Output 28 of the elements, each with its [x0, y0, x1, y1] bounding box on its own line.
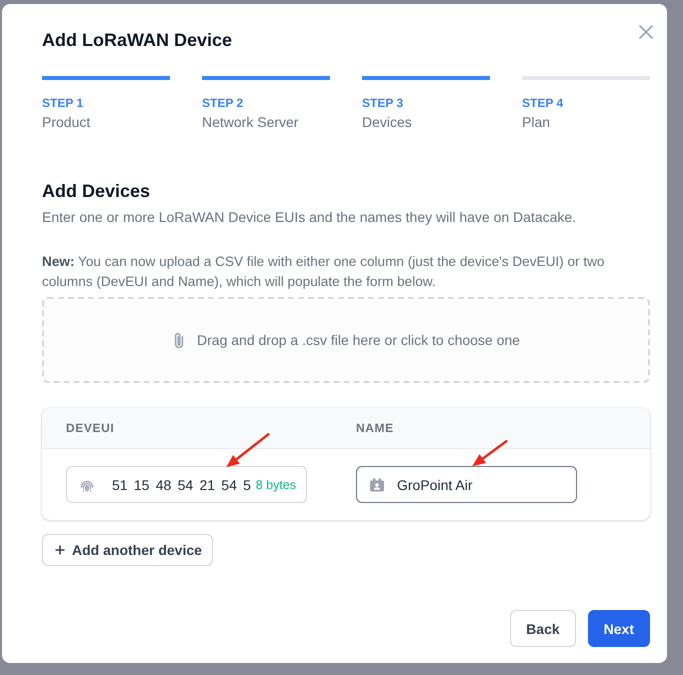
device-name-value: GroPoint Air — [397, 476, 472, 492]
dialog-title: Add LoRaWAN Device — [42, 29, 232, 52]
column-header: DEVEUI — [66, 421, 114, 435]
back-button[interactable]: Back — [510, 610, 576, 647]
step-name: Plan — [522, 113, 552, 132]
step-name: Devices — [362, 113, 413, 132]
step-number: STEP 2 — [202, 95, 244, 111]
column-header: NAME — [356, 421, 394, 435]
id-card-icon — [370, 478, 384, 492]
section-title: Add Devices — [42, 180, 152, 203]
section-description: Enter one or more LoRaWAN Device EUIs and the names they will have on Datacake. — [42, 208, 578, 227]
close-button[interactable] — [639, 25, 653, 39]
step-number: STEP 4 — [522, 95, 564, 111]
step-number: STEP 1 — [42, 95, 84, 111]
close-icon — [639, 25, 653, 39]
step-number: STEP 3 — [362, 95, 404, 111]
deveui-value: 51 15 48 54 21 54 5 — [112, 476, 251, 492]
step-name: Network Server — [202, 113, 300, 132]
plus-icon — [55, 545, 65, 555]
next-button[interactable]: Next — [588, 610, 650, 647]
dropzone-text: Drag and drop a .csv file here or click to choose one — [197, 332, 520, 348]
deveui-field[interactable]: 51 15 48 54 21 54 5 8 bytes — [66, 466, 307, 503]
add-device-button[interactable]: Add another device — [42, 534, 213, 566]
csv-dropzone[interactable]: Drag and drop a .csv file here or click to choose one — [42, 297, 650, 383]
csv-note: New: You can now upload a CSV file with either one column (just the device's DevEUI) or two columns (DevEUI and Name), which will populate the form below. — [42, 253, 606, 291]
device-name-field[interactable]: GroPoint Air — [356, 466, 577, 503]
step-name: Product — [42, 113, 92, 132]
byte-count: 8 bytes — [256, 478, 296, 492]
